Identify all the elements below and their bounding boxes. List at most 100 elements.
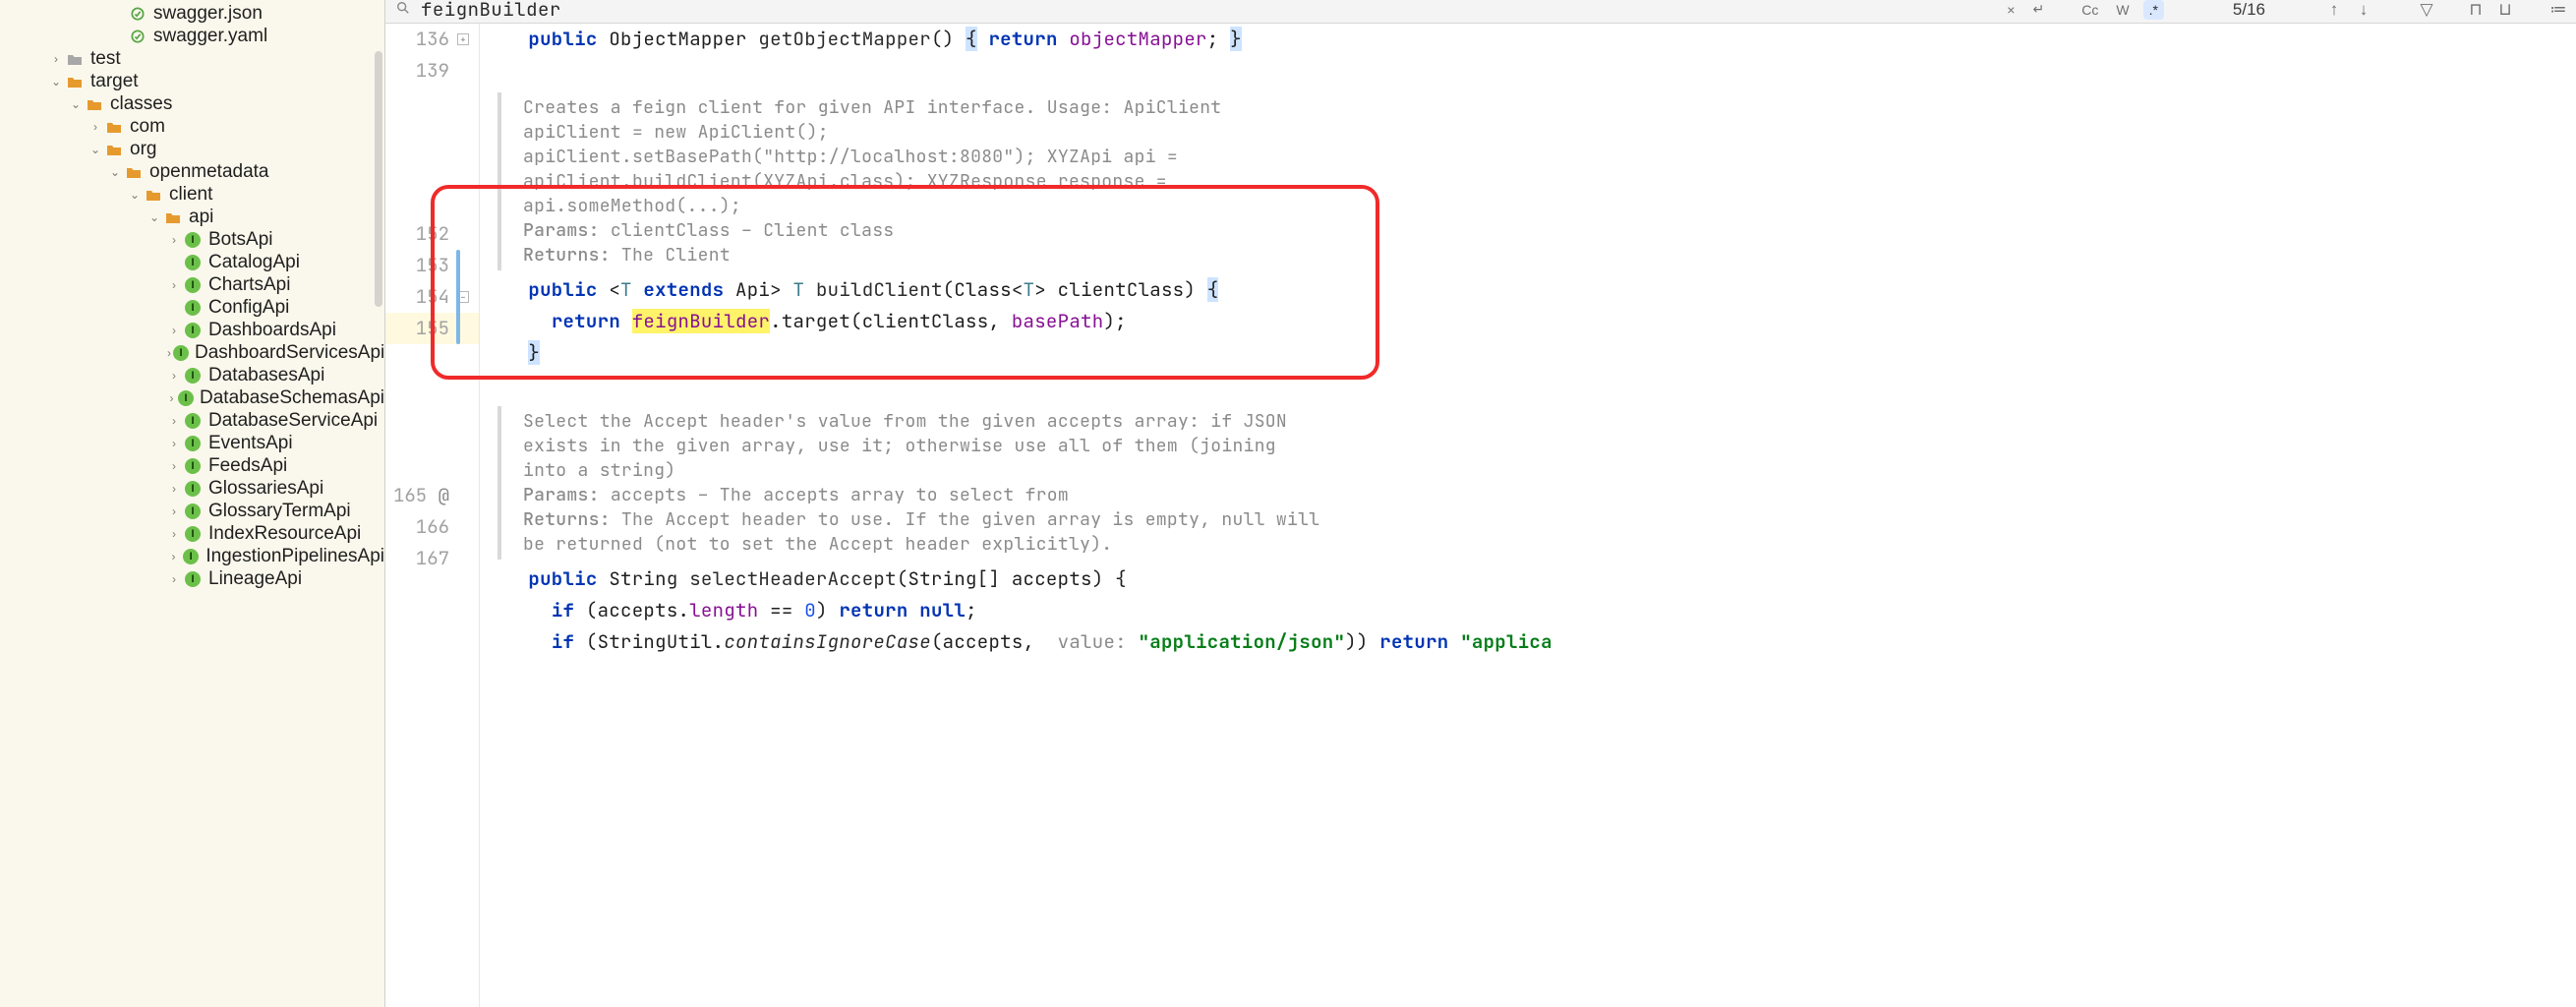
tree-item-swagger-json[interactable]: ›swagger.json: [0, 2, 384, 25]
chevron-right-icon[interactable]: ›: [167, 550, 180, 563]
interface-icon: [185, 526, 201, 542]
match-count: 5/16: [2233, 0, 2265, 20]
code-area[interactable]: public ObjectMapper getObjectMapper() { …: [480, 24, 2576, 1007]
override-gutter-icon[interactable]: @: [439, 483, 449, 507]
chevron-right-icon[interactable]: ›: [167, 324, 181, 337]
tree-item-IngestionPipelinesApi[interactable]: › IngestionPipelinesApi: [0, 545, 384, 567]
tree-item-classes[interactable]: ⌄classes: [0, 92, 384, 115]
file-icon: [128, 7, 147, 21]
find-query[interactable]: feignBuilder: [421, 0, 561, 22]
chevron-right-icon[interactable]: ›: [88, 120, 102, 134]
interface-icon: [185, 232, 201, 248]
chevron-right-icon[interactable]: ›: [167, 482, 181, 496]
tree-item-label: IngestionPipelinesApi: [205, 546, 384, 567]
chevron-down-icon[interactable]: ⌄: [128, 188, 142, 202]
line-number: 153: [416, 253, 449, 277]
tree-item-label: CatalogApi: [208, 252, 300, 273]
chevron-right-icon[interactable]: ›: [167, 437, 181, 450]
tree-item-com[interactable]: ›com: [0, 115, 384, 138]
code-line: [505, 55, 2576, 87]
project-tree-sidebar[interactable]: ›swagger.json›swagger.yaml›test⌄target⌄c…: [0, 0, 385, 1007]
toolbar-icon-1[interactable]: ⊓: [2466, 0, 2486, 20]
interface-icon: [185, 300, 201, 316]
tree-item-target[interactable]: ⌄ target: [0, 70, 384, 92]
interface-icon: [185, 277, 201, 293]
tree-item-swagger-yaml[interactable]: ›swagger.yaml: [0, 25, 384, 47]
fold-icon[interactable]: +: [457, 33, 469, 45]
tree-item-DashboardServicesApi[interactable]: ›DashboardServicesApi: [0, 341, 384, 364]
line-number-gutter[interactable]: 136+ 139 152 153 154– 155 165 @ 166 167: [385, 24, 480, 1007]
chevron-down-icon[interactable]: ⌄: [147, 210, 161, 224]
chevron-right-icon[interactable]: ›: [167, 233, 181, 247]
code-line: return feignBuilder.target(clientClass, …: [505, 306, 2576, 337]
tree-item-DashboardsApi[interactable]: ›DashboardsApi: [0, 319, 384, 341]
tree-item-label: LineageApi: [208, 568, 302, 590]
chevron-down-icon[interactable]: ⌄: [69, 97, 83, 111]
tree-item-ConfigApi[interactable]: ›ConfigApi: [0, 296, 384, 319]
folder-icon: [124, 165, 144, 179]
tree-item-CatalogApi[interactable]: ›CatalogApi: [0, 251, 384, 273]
tree-item-DatabaseSchemasApi[interactable]: › DatabaseSchemasApi: [0, 386, 384, 409]
filter-icon[interactable]: ▽: [2417, 0, 2436, 20]
more-options-icon[interactable]: ≔: [2548, 0, 2568, 20]
tree-item-label: swagger.yaml: [153, 26, 267, 47]
interface-icon: [185, 458, 201, 474]
tree-item-DatabaseServiceApi[interactable]: ›DatabaseServiceApi: [0, 409, 384, 432]
tree-item-org[interactable]: ⌄org: [0, 138, 384, 160]
tree-item-label: target: [90, 71, 139, 92]
chevron-right-icon[interactable]: ›: [167, 414, 181, 428]
tree-item-label: swagger.json: [153, 3, 263, 25]
tree-item-label: DatabasesApi: [208, 365, 324, 386]
tree-item-GlossariesApi[interactable]: › GlossariesApi: [0, 477, 384, 500]
tree-item-label: DatabaseSchemasApi: [200, 387, 384, 409]
line-number: 167: [416, 546, 449, 570]
code-line: if (StringUtil.containsIgnoreCase(accept…: [505, 626, 2576, 658]
sidebar-scrollbar[interactable]: [375, 51, 382, 307]
toolbar-icon-2[interactable]: ⊔: [2495, 0, 2515, 20]
chevron-right-icon[interactable]: ›: [167, 278, 181, 292]
chevron-down-icon[interactable]: ⌄: [108, 165, 122, 179]
chevron-right-icon[interactable]: ›: [167, 369, 181, 383]
prev-match-icon[interactable]: ↑: [2324, 0, 2344, 20]
tree-item-GlossaryTermApi[interactable]: ›GlossaryTermApi: [0, 500, 384, 522]
submit-search-icon[interactable]: ↵: [2028, 1, 2048, 18]
chevron-right-icon[interactable]: ›: [49, 52, 63, 66]
tree-item-ChartsApi[interactable]: ›ChartsApi: [0, 273, 384, 296]
tree-item-BotsApi[interactable]: ›BotsApi: [0, 228, 384, 251]
line-number: 165: [393, 483, 427, 507]
chevron-right-icon[interactable]: ›: [167, 572, 181, 586]
chevron-right-icon[interactable]: ›: [167, 504, 181, 518]
tree-item-FeedsApi[interactable]: ›FeedsApi: [0, 454, 384, 477]
match-case-toggle[interactable]: Cc: [2078, 2, 2102, 18]
chevron-right-icon[interactable]: ›: [167, 346, 171, 360]
interface-icon: [183, 549, 199, 564]
tree-item-EventsApi[interactable]: ›EventsApi: [0, 432, 384, 454]
folder-icon: [144, 188, 163, 202]
chevron-down-icon[interactable]: ⌄: [49, 75, 63, 89]
tree-item-label: client: [169, 184, 212, 206]
tree-item-LineageApi[interactable]: › LineageApi: [0, 567, 384, 590]
clear-search-icon[interactable]: ×: [2003, 2, 2019, 18]
line-number: 155: [416, 316, 449, 340]
tree-item-DatabasesApi[interactable]: › DatabasesApi: [0, 364, 384, 386]
search-icon: [393, 0, 413, 20]
regex-toggle[interactable]: .*: [2143, 0, 2164, 20]
code-line: [505, 369, 2576, 400]
tree-item-api[interactable]: ⌄api: [0, 206, 384, 228]
chevron-down-icon[interactable]: ⌄: [88, 143, 102, 156]
tree-item-openmetadata[interactable]: ⌄openmetadata: [0, 160, 384, 183]
next-match-icon[interactable]: ↓: [2354, 0, 2373, 20]
tree-item-test[interactable]: ›test: [0, 47, 384, 70]
chevron-right-icon[interactable]: ›: [167, 459, 181, 473]
interface-icon: [185, 255, 201, 270]
tree-item-IndexResourceApi[interactable]: ›IndexResourceApi: [0, 522, 384, 545]
interface-icon: [185, 413, 201, 429]
whole-word-toggle[interactable]: W: [2112, 2, 2133, 18]
tree-item-client[interactable]: ⌄ client: [0, 183, 384, 206]
chevron-right-icon[interactable]: ›: [167, 527, 181, 541]
interface-icon: [185, 571, 201, 587]
chevron-right-icon[interactable]: ›: [167, 391, 176, 405]
interface-icon: [185, 436, 201, 451]
find-toolbar: feignBuilder × ↵ Cc W .* 5/16 ↑ ↓ ▽ ⊓ ⊔ …: [385, 0, 2576, 24]
tree-item-label: GlossariesApi: [208, 478, 323, 500]
